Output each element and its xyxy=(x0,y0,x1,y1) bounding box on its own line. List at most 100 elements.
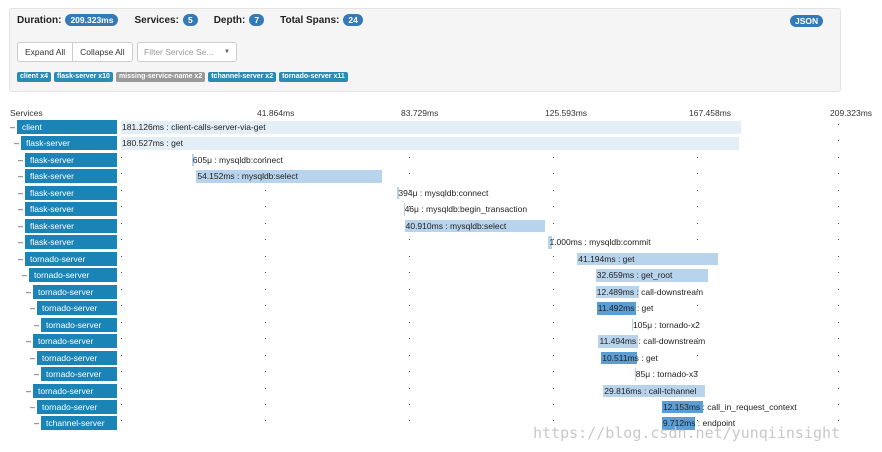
collapse-all-button[interactable]: Collapse All xyxy=(73,42,133,62)
grid-dot xyxy=(553,321,554,323)
service-tag[interactable]: flask-server x10 xyxy=(54,72,113,82)
span-service-label[interactable]: client xyxy=(17,120,117,134)
span-service-label[interactable]: flask-server xyxy=(21,136,117,151)
collapse-toggle[interactable]: – xyxy=(18,155,23,165)
grid-dot xyxy=(553,354,554,356)
grid-dot xyxy=(697,189,698,191)
span-service-label[interactable]: flask-server xyxy=(25,185,117,200)
collapse-toggle[interactable]: – xyxy=(30,353,35,363)
span-row[interactable]: – flask-server 40.910ms : mysqldb:select xyxy=(0,218,882,235)
span-row[interactable]: – tornado-server 29.816ms : call-tchannel xyxy=(0,383,882,400)
grid-dot xyxy=(553,371,554,373)
span-row[interactable]: – flask-server 46μ : mysqldb:begin_transac… xyxy=(0,201,882,218)
span-service-label[interactable]: flask-server xyxy=(25,235,117,250)
span-row[interactable]: – tornado-server 85μ : tornado-x3 xyxy=(0,366,882,383)
grid-dot xyxy=(838,239,839,241)
span-service-label[interactable]: tornado-server xyxy=(41,317,117,332)
collapse-toggle[interactable]: – xyxy=(18,171,23,181)
collapse-toggle[interactable]: – xyxy=(34,320,39,330)
span-service-label[interactable]: tchannel-server xyxy=(41,416,117,431)
services-badge: 5 xyxy=(182,14,198,26)
collapse-toggle[interactable]: – xyxy=(18,254,23,264)
grid-dot xyxy=(553,272,554,274)
collapse-toggle[interactable]: – xyxy=(18,221,23,231)
span-service-label[interactable]: tornado-server xyxy=(29,268,117,283)
grid-dot xyxy=(265,189,266,191)
collapse-toggle[interactable]: – xyxy=(22,270,27,280)
collapse-toggle[interactable]: – xyxy=(18,237,23,247)
span-row[interactable]: – flask-server 1.000ms : mysqldb:commit xyxy=(0,234,882,251)
span-row[interactable]: – flask-server 605μ : mysqldb:connect xyxy=(0,152,882,169)
span-row[interactable]: – flask-server 180.527ms : get xyxy=(0,135,882,152)
grid-dot xyxy=(121,354,122,356)
span-row[interactable]: – tornado-server 41.194ms : get xyxy=(0,251,882,268)
grid-dot xyxy=(121,387,122,389)
filter-service-select[interactable]: Filter Service Se... ▼ xyxy=(137,42,237,62)
grid-dot xyxy=(838,272,839,274)
grid-dot xyxy=(265,222,266,224)
services-stat: Services: 5 xyxy=(134,14,198,26)
span-row[interactable]: – tornado-server 12.489ms : call-downstrea… xyxy=(0,284,882,301)
span-row[interactable]: – tornado-server 12.153ms : call_in_reques… xyxy=(0,399,882,416)
service-tag[interactable]: missing-service-name x2 xyxy=(115,72,206,82)
grid-dot xyxy=(121,173,122,175)
span-service-label[interactable]: flask-server xyxy=(25,152,117,167)
grid-dot xyxy=(409,338,410,340)
span-label: 180.527ms : get xyxy=(122,138,183,149)
grid-dot xyxy=(409,387,410,389)
span-row[interactable]: – tornado-server 11.492ms : get xyxy=(0,300,882,317)
collapse-toggle[interactable]: – xyxy=(26,336,31,346)
collapse-toggle[interactable]: – xyxy=(30,402,35,412)
span-service-label[interactable]: tornado-server xyxy=(37,301,117,316)
span-label: 12.489ms : call-downstream xyxy=(596,286,704,297)
grid-dot xyxy=(697,222,698,224)
span-row[interactable]: – tornado-server 11.494ms : call-downstrea… xyxy=(0,333,882,350)
json-button[interactable]: JSON xyxy=(790,15,824,27)
span-service-label[interactable]: tornado-server xyxy=(37,350,117,365)
span-service-label[interactable]: tornado-server xyxy=(33,383,117,398)
grid-dot xyxy=(265,206,266,208)
watermark: https://blog.csdn.net/yunqiinsight xyxy=(533,424,841,442)
span-service-label[interactable]: tornado-server xyxy=(33,334,117,349)
grid-dot xyxy=(553,305,554,307)
span-service-label[interactable]: tornado-server xyxy=(41,367,117,382)
grid-dot xyxy=(265,305,266,307)
span-row[interactable]: – flask-server 394μ : mysqldb:connect xyxy=(0,185,882,202)
collapse-toggle[interactable]: – xyxy=(10,122,15,132)
grid-dot xyxy=(838,403,839,405)
grid-dot xyxy=(697,239,698,241)
span-service-label[interactable]: flask-server xyxy=(25,169,117,184)
service-tag[interactable]: tchannel-server x2 xyxy=(208,72,277,82)
span-service-label[interactable]: tornado-server xyxy=(37,399,117,414)
span-row[interactable]: – flask-server 54.152ms : mysqldb:select xyxy=(0,168,882,185)
span-duration-bar[interactable] xyxy=(121,137,740,150)
collapse-toggle[interactable]: – xyxy=(18,188,23,198)
span-label: 1.000ms : mysqldb:commit xyxy=(549,237,651,248)
span-row[interactable]: – tornado-server 105μ : tornado-x2 xyxy=(0,317,882,334)
span-label: 54.152ms : mysqldb:select xyxy=(197,171,298,182)
service-tag[interactable]: tornado-server x11 xyxy=(279,72,348,82)
grid-dot xyxy=(121,189,122,191)
time-tick-label: 167.458ms xyxy=(689,108,732,118)
span-row[interactable]: – client 181.126ms : client-calls-server-v… xyxy=(0,119,882,136)
grid-dot xyxy=(838,222,839,224)
span-service-label[interactable]: tornado-server xyxy=(33,284,117,299)
collapse-toggle[interactable]: – xyxy=(30,303,35,313)
grid-dot xyxy=(265,420,266,422)
span-label: 10.511ms : get xyxy=(602,352,658,363)
span-service-label[interactable]: flask-server xyxy=(25,202,117,217)
collapse-toggle[interactable]: – xyxy=(34,369,39,379)
collapse-toggle[interactable]: – xyxy=(26,287,31,297)
grid-dot xyxy=(121,255,122,257)
collapse-toggle[interactable]: – xyxy=(34,418,39,428)
span-row[interactable]: – tornado-server 10.511ms : get xyxy=(0,350,882,367)
expand-all-button[interactable]: Expand All xyxy=(17,42,74,62)
collapse-toggle[interactable]: – xyxy=(14,138,19,148)
time-tick-label: 83.729ms xyxy=(401,108,439,118)
collapse-toggle[interactable]: – xyxy=(26,386,31,396)
span-row[interactable]: – tornado-server 32.659ms : get_root xyxy=(0,267,882,284)
span-service-label[interactable]: flask-server xyxy=(25,218,117,233)
collapse-toggle[interactable]: – xyxy=(18,204,23,214)
span-service-label[interactable]: tornado-server xyxy=(25,251,117,266)
service-tag[interactable]: client x4 xyxy=(17,72,52,82)
